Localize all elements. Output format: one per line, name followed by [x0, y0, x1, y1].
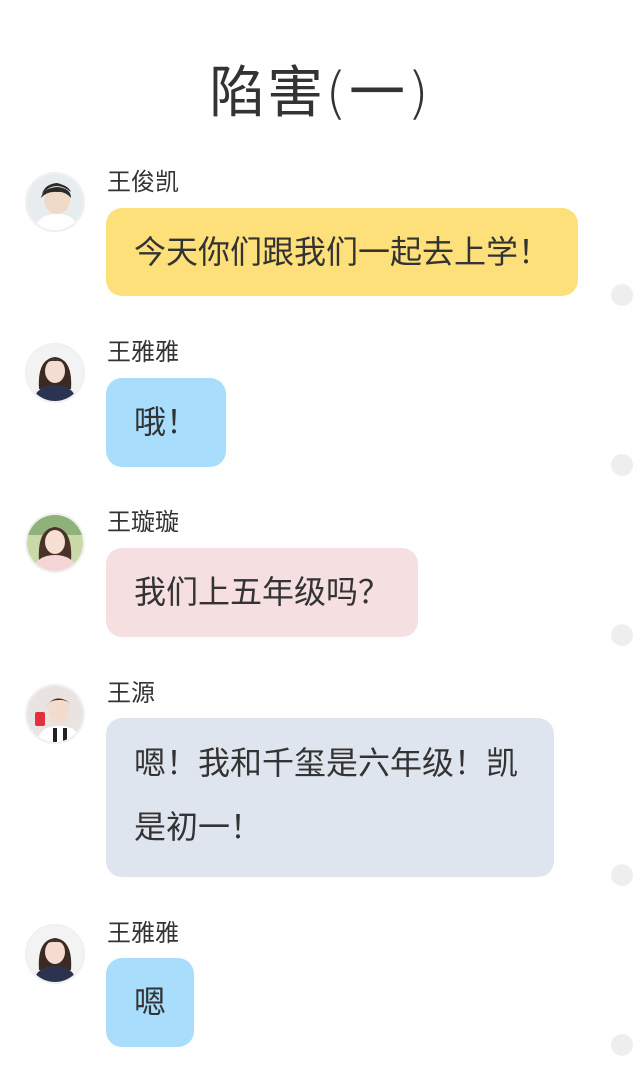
message-bubble[interactable]: 嗯！我和千玺是六年级！凯是初一！: [106, 718, 554, 877]
sender-name: 王源: [107, 679, 155, 707]
girl-avatar-icon[interactable]: [25, 924, 85, 984]
message-bubble[interactable]: 哦！: [106, 378, 227, 467]
sender-name: 王璇璇: [107, 508, 179, 536]
message-bubble[interactable]: 我们上五年级吗？: [106, 548, 419, 637]
boy-avatar-icon[interactable]: [25, 684, 85, 744]
sender-name: 王雅雅: [107, 919, 179, 947]
status-dot: [611, 1034, 633, 1056]
status-dot: [611, 624, 633, 646]
status-dot: [611, 454, 633, 476]
status-dot: [611, 864, 633, 886]
page-title: 陷害(一): [209, 61, 431, 126]
boy-avatar-icon[interactable]: [25, 172, 85, 232]
girl-avatar-icon[interactable]: [25, 343, 85, 403]
message-bubble[interactable]: 嗯: [106, 958, 195, 1047]
sender-name: 王雅雅: [107, 338, 179, 366]
sender-name: 王俊凯: [107, 168, 179, 196]
status-dot: [611, 284, 633, 306]
message-bubble[interactable]: 今天你们跟我们一起去上学！: [106, 208, 579, 296]
girl-avatar-icon[interactable]: [25, 513, 85, 573]
